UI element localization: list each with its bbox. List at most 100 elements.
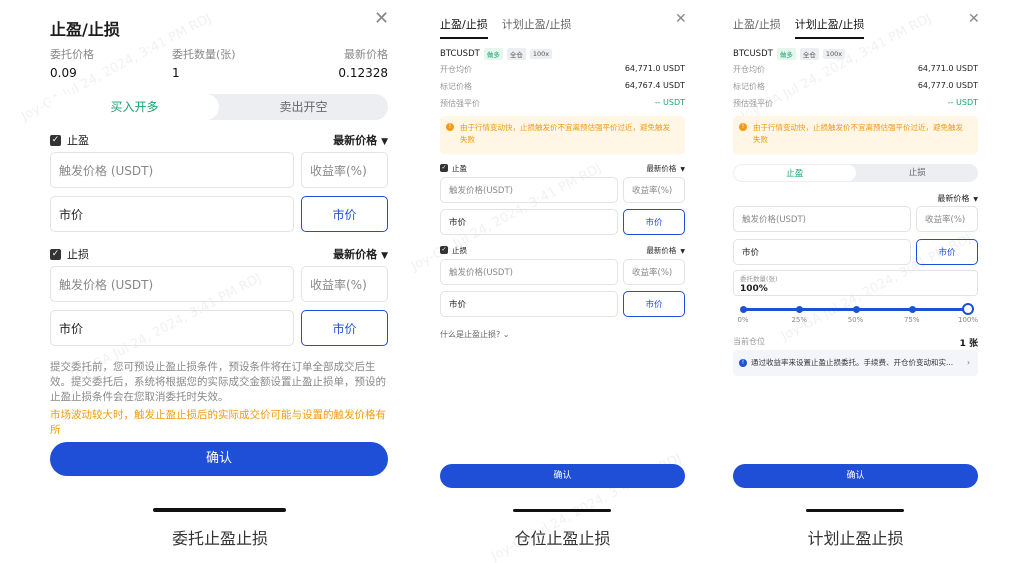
what-is-tpsl-link[interactable]: 什么是止盈止损? ⌄ [440,329,510,340]
stop-loss-price-type-dropdown[interactable]: 最新价格 ▼ [646,245,685,256]
take-profit-market-field[interactable]: 市价 [440,209,618,235]
stop-loss-checkbox[interactable]: ✓ [50,248,61,260]
stop-loss-label: 止损 [67,248,89,261]
slider-handle[interactable] [962,303,974,315]
what-is-tpsl-text: 什么是止盈止损? [440,330,501,339]
tab-buy-long[interactable]: 买入开多 [50,94,219,120]
take-profit-label: 止盈 [67,134,89,147]
position-tpsl-panel: 止盈/止损 计划止盈/止损 ✕ BTCUSDT 做多 全仓 100x 开仓均价 6… [430,0,695,563]
order-price-value: 0.09 [50,66,77,80]
slider-tick-label: 25% [791,316,808,324]
take-profit-trigger-input[interactable]: 触发价格 (USDT) [50,152,294,188]
market-button[interactable]: 市价 [916,239,978,265]
home-indicator [153,508,286,512]
risk-notice: ! 由于行情变动快，止损触发价不宜离预估强平价过近，避免触发失败 [733,116,978,154]
take-profit-market-button[interactable]: 市价 [301,196,388,232]
quantity-slider[interactable] [740,303,974,315]
home-indicator [806,509,904,512]
entry-price-row: 开仓均价 64,771.0 USDT [733,64,978,76]
order-info: 委托价格 0.09 委托数量(张) 1 最新价格 0.12328 [50,46,388,80]
confirm-button[interactable]: 确认 [733,464,978,488]
mark-price-value: 64,777.0 USDT [917,81,978,90]
take-profit-market-button[interactable]: 市价 [623,209,685,235]
market-field[interactable]: 市价 [733,239,911,265]
stop-loss-label: 止损 [452,245,467,255]
take-profit-price-type-dropdown[interactable]: 最新价格 ▼ [333,132,388,148]
plan-tpsl-panel: 止盈/止损 计划止盈/止损 ✕ BTCUSDT 做多 全仓 100x 开仓均价 6… [723,0,988,563]
quantity-label: 委托数量(张) [740,275,778,283]
take-profit-trigger-input[interactable]: 触发价格(USDT) [440,177,618,203]
triangle-down-icon: ▼ [680,165,685,173]
close-icon[interactable]: ✕ [374,10,389,28]
liq-price-row: 预估强平价 -- USDT [440,98,685,110]
liq-price-value: -- USDT [947,98,978,107]
stop-loss-market-field[interactable]: 市价 [50,310,294,346]
symbol-row: BTCUSDT 做多 全仓 100x [440,48,553,60]
stop-loss-market-button[interactable]: 市价 [301,310,388,346]
slider-tick-label: 50% [847,316,864,324]
price-type-dropdown[interactable]: 最新价格 ▼ [937,193,978,204]
tabs: 止盈/止损 计划止盈/止损 [440,16,585,39]
liq-price-row: 预估强平价 -- USDT [733,98,978,110]
stop-loss-price-type-dropdown[interactable]: 最新价格 ▼ [333,246,388,262]
dropdown-label: 最新价格 [646,245,677,255]
tab-tpsl[interactable]: 止盈/止损 [440,16,488,39]
stop-loss-trigger-input[interactable]: 触发价格(USDT) [440,259,618,285]
home-indicator [513,509,611,512]
info-icon: ! [446,123,454,131]
slider-stop[interactable] [852,306,860,313]
current-position-value: 1 张 [959,339,978,349]
tab-plan-tpsl[interactable]: 计划止盈/止损 [794,16,865,39]
yield-hint-banner[interactable]: ! 通过收益率来设置止盈止损委托。手续费、开仓价变动和实... › [733,350,978,376]
dropdown-label: 最新价格 [333,134,378,147]
stop-loss-market-button[interactable]: 市价 [623,291,685,317]
stop-loss-yield-input[interactable]: 收益率(%) [623,259,685,285]
close-icon[interactable]: ✕ [968,12,980,26]
take-profit-price-type-dropdown[interactable]: 最新价格 ▼ [646,163,685,174]
stop-loss-market-field[interactable]: 市价 [440,291,618,317]
take-profit-yield-input[interactable]: 收益率(%) [301,152,388,188]
stop-loss-trigger-input[interactable]: 触发价格 (USDT) [50,266,294,302]
screenshot-stage: Joy-GA Jul 24, 2024, 3:41 PM RDJ Joy-GA … [0,0,1024,563]
entry-price-label: 开仓均价 [733,65,765,74]
caption: 仓位止盈止损 [514,529,611,548]
tab-plan-tpsl[interactable]: 计划止盈/止损 [502,16,572,39]
dropdown-label: 最新价格 [937,194,970,203]
slider-stop[interactable] [740,306,747,313]
stop-loss-yield-input[interactable]: 收益率(%) [301,266,388,302]
slider-tick-label: 100% [957,316,979,324]
mark-price-value: 64,767.4 USDT [624,81,685,90]
take-profit-yield-input[interactable]: 收益率(%) [623,177,685,203]
info-icon: ! [739,123,747,131]
chevron-right-icon: › [967,358,970,367]
entry-price-value: 64,771.0 USDT [624,64,685,73]
side-toggle: 买入开多 卖出开空 [50,94,388,120]
quantity-field[interactable]: 委托数量(张) 100% [733,270,978,296]
tab-sell-short[interactable]: 卖出开空 [219,94,388,120]
confirm-button[interactable]: 确认 [440,464,685,488]
take-profit-row: ✓ 止盈 最新价格 ▼ [440,162,685,174]
slider-stop[interactable] [908,306,916,313]
slider-stop[interactable] [796,306,804,313]
latest-price-label: 最新价格 [344,48,388,61]
margin-tag: 全仓 [799,48,819,60]
info-note: 提交委托前，您可预设止盈止损条件，预设条件将在订单全部成交后生效。提交委托后，系… [50,361,386,403]
entry-price-row: 开仓均价 64,771.0 USDT [440,64,685,76]
confirm-button[interactable]: 确认 [50,442,388,476]
dropdown-label: 最新价格 [333,248,378,261]
yield-input[interactable]: 收益率(%) [916,206,978,232]
tabs: 止盈/止损 计划止盈/止损 [733,16,878,39]
tab-stop-loss[interactable]: 止损 [857,164,979,182]
take-profit-checkbox[interactable]: ✓ [50,134,61,146]
tab-take-profit[interactable]: 止盈 [734,165,856,181]
liq-price-label: 预估强平价 [733,99,773,108]
tab-tpsl[interactable]: 止盈/止损 [733,16,781,39]
take-profit-market-field[interactable]: 市价 [50,196,294,232]
stop-loss-checkbox[interactable]: ✓ [440,246,448,254]
trigger-price-input[interactable]: 触发价格(USDT) [733,206,911,232]
close-icon[interactable]: ✕ [675,12,687,26]
side-tag: 做多 [776,48,796,60]
side-tag: 做多 [483,48,503,60]
take-profit-checkbox[interactable]: ✓ [440,164,448,172]
symbol-row: BTCUSDT 做多 全仓 100x [733,48,846,60]
